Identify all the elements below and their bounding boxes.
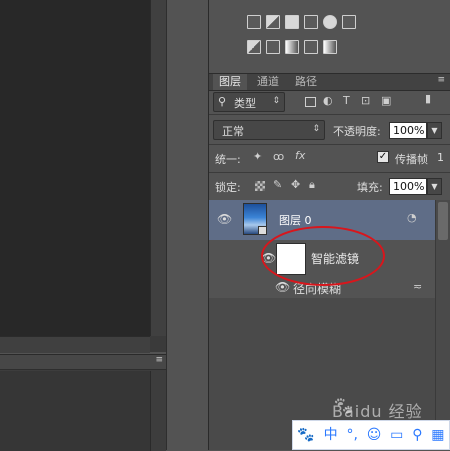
canvas-vertical-scrollbar[interactable] [150, 0, 167, 336]
tab-layers[interactable]: 图层 [213, 74, 247, 90]
adjustments-row-2 [247, 40, 337, 54]
panel-menu-icon[interactable]: ≡ [155, 355, 163, 365]
color-lookup-icon[interactable] [342, 15, 356, 29]
type-filter-icon[interactable]: T [343, 94, 350, 107]
invert-icon[interactable] [247, 40, 261, 54]
layers-panel-menu-icon[interactable]: ≡ [437, 75, 445, 85]
ime-language-toggle[interactable]: 中 [324, 420, 338, 450]
opacity-input[interactable]: 100% [389, 122, 427, 139]
propagate-frame-checkbox[interactable]: ✓ [377, 151, 389, 163]
posterize-icon[interactable] [266, 40, 280, 54]
opacity-label: 不透明度: [333, 125, 381, 138]
selective-color-icon[interactable] [304, 40, 318, 54]
adjustment-filter-icon[interactable]: ◐ [323, 94, 333, 107]
levels-icon[interactable] [247, 15, 261, 29]
lock-label: 锁定: [215, 181, 241, 194]
chevron-updown-icon: ⇕ [272, 96, 280, 106]
layer-thumbnail [243, 203, 267, 235]
visibility-eye-icon[interactable]: 👁︎ [217, 212, 232, 226]
opacity-dropdown-button[interactable]: ▼ [427, 122, 442, 139]
ime-keyboard-icon[interactable]: ▭ [390, 420, 403, 450]
smart-object-badge-icon [258, 226, 267, 235]
tab-paths[interactable]: 路径 [289, 74, 323, 90]
canvas-area[interactable] [0, 0, 167, 353]
blend-mode-dropdown[interactable]: 正常 ⇕ [213, 120, 325, 140]
black-white-icon[interactable] [285, 15, 299, 29]
separator [209, 172, 450, 173]
layers-panel-tabs: 图层 通道 路径 ≡ [209, 73, 450, 91]
fill-label: 填充: [357, 181, 383, 194]
blend-mode-value: 正常 [222, 125, 244, 138]
filter-blending-options-icon[interactable]: ≂ [413, 280, 422, 293]
timeline-panel: ≡ [0, 354, 166, 451]
filter-toggle-icon[interactable]: ▮ [425, 92, 435, 106]
photo-filter-icon[interactable] [304, 15, 318, 29]
unify-position-icon[interactable]: ✦ [253, 150, 262, 163]
propagate-frame-label: 传播帧 [395, 153, 428, 166]
document-canvas[interactable] [0, 0, 150, 336]
ime-emoji-icon[interactable]: ☺ [367, 420, 382, 450]
search-icon: ⚲ [218, 95, 227, 108]
smart-filter-toggle-icon[interactable]: ◔ [407, 211, 417, 224]
timeline-panel-body [0, 371, 151, 451]
right-panel-dock: 图层 通道 路径 ≡ ⚲ 类型 ⇕ ◐ T ⊡ ▣ ▮ 正常 ⇕ 不透明度: 1… [208, 0, 450, 450]
ime-user-icon[interactable]: ⚲ [412, 420, 422, 450]
canvas-horizontal-scrollbar[interactable] [0, 336, 150, 353]
lock-pixels-icon[interactable]: ✎ [273, 178, 282, 191]
lock-transparent-icon[interactable] [255, 181, 265, 191]
unify-visibility-icon[interactable]: ꝏ [273, 150, 284, 163]
panel-dock-divider [166, 0, 209, 450]
color-balance-icon[interactable] [266, 15, 280, 29]
ime-logo-icon[interactable]: 🐾 [297, 420, 314, 450]
ime-toolbox-icon[interactable]: ▦ [431, 420, 444, 450]
shape-filter-icon[interactable]: ⊡ [361, 94, 370, 107]
smart-object-filter-icon[interactable]: ▣ [381, 94, 391, 107]
lock-position-icon[interactable]: ✥ [291, 178, 300, 191]
layer-name[interactable]: 图层 0 [279, 212, 312, 228]
ime-punctuation-toggle[interactable]: °, [346, 420, 357, 450]
chevron-updown-icon: ⇕ [312, 124, 320, 134]
annotation-ellipse [261, 226, 385, 286]
visibility-eye-icon[interactable]: 👁︎ [275, 280, 290, 294]
pixel-filter-icon[interactable] [305, 97, 316, 107]
timeline-panel-header: ≡ [0, 355, 166, 370]
unify-label: 统一: [215, 153, 241, 166]
tab-channels[interactable]: 通道 [251, 74, 285, 90]
unify-style-icon[interactable]: fx [295, 149, 305, 162]
separator [209, 114, 450, 115]
baidu-watermark: 🐾︎ Baidu 经验 [332, 396, 423, 422]
threshold-icon[interactable] [285, 40, 299, 54]
separator [209, 144, 450, 145]
layer-filter-kind-dropdown[interactable]: ⚲ 类型 ⇕ [213, 92, 285, 112]
fill-dropdown-button[interactable]: ▼ [427, 178, 442, 195]
layers-scrollbar-thumb[interactable] [438, 202, 448, 240]
channel-mixer-icon[interactable] [323, 15, 337, 29]
fill-input[interactable]: 100% [389, 178, 427, 195]
ime-toolbar: 🐾 中 °, ☺ ▭ ⚲ ▦ [292, 420, 450, 450]
lock-all-icon[interactable]: 🔒︎ [309, 178, 315, 192]
filter-kind-label: 类型 [234, 97, 256, 110]
adjustments-row-1 [247, 15, 356, 29]
gradient-map-icon[interactable] [323, 40, 337, 54]
propagate-frame-value: 1 [437, 151, 444, 164]
paw-logo-icon: 🐾︎ [332, 396, 356, 417]
